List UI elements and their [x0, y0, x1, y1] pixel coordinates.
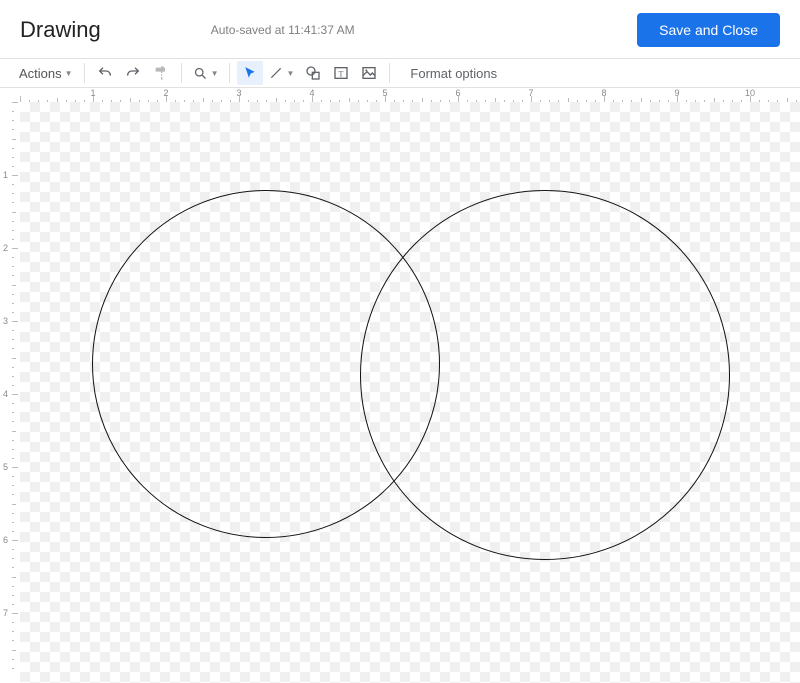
caret-icon: ▼ [286, 69, 294, 78]
line-icon [269, 66, 283, 80]
paint-format-button[interactable] [148, 61, 174, 85]
redo-icon [125, 65, 141, 81]
autosave-status: Auto-saved at 11:41:37 AM [211, 23, 355, 37]
vertical-ruler: 1 2 3 4 5 6 7 [0, 102, 20, 683]
redo-button[interactable] [120, 61, 146, 85]
header: Drawing Auto-saved at 11:41:37 AM Save a… [0, 0, 800, 58]
zoom-dropdown[interactable]: ▼ [189, 61, 223, 85]
svg-text:T: T [339, 69, 344, 78]
ruler-v-label: 7 [3, 608, 8, 618]
shape-icon [305, 65, 321, 81]
shape-tool[interactable] [300, 61, 326, 85]
ruler-v-label: 1 [3, 170, 8, 180]
separator [229, 63, 230, 83]
ruler-v-label: 5 [3, 462, 8, 472]
actions-dropdown[interactable]: Actions ▼ [15, 61, 77, 85]
horizontal-ruler: 12345678910 [20, 88, 800, 102]
ruler-v-label: 4 [3, 389, 8, 399]
toolbar: Actions ▼ ▼ ▼ T Format options [0, 58, 800, 88]
workspace: 12345678910 1 2 3 4 5 6 7 [0, 88, 800, 683]
undo-icon [97, 65, 113, 81]
separator [84, 63, 85, 83]
select-tool[interactable] [237, 61, 263, 85]
ruler-v-label: 3 [3, 316, 8, 326]
line-tool-dropdown[interactable]: ▼ [265, 61, 298, 85]
circle-shape-2[interactable] [360, 190, 730, 560]
image-tool[interactable] [356, 61, 382, 85]
actions-label: Actions [19, 66, 62, 81]
page-title: Drawing [20, 17, 101, 43]
ruler-v-label: 6 [3, 535, 8, 545]
ruler-v-label: 2 [3, 243, 8, 253]
paint-format-icon [153, 65, 169, 81]
zoom-icon [193, 66, 208, 81]
textbox-tool[interactable]: T [328, 61, 354, 85]
separator [389, 63, 390, 83]
cursor-icon [243, 66, 257, 80]
caret-icon: ▼ [211, 69, 219, 78]
image-icon [361, 65, 377, 81]
save-and-close-button[interactable]: Save and Close [637, 13, 780, 47]
drawing-canvas[interactable] [20, 102, 800, 683]
textbox-icon: T [333, 65, 349, 81]
separator [181, 63, 182, 83]
format-options-button[interactable]: Format options [410, 66, 497, 81]
caret-icon: ▼ [65, 69, 73, 78]
undo-button[interactable] [92, 61, 118, 85]
